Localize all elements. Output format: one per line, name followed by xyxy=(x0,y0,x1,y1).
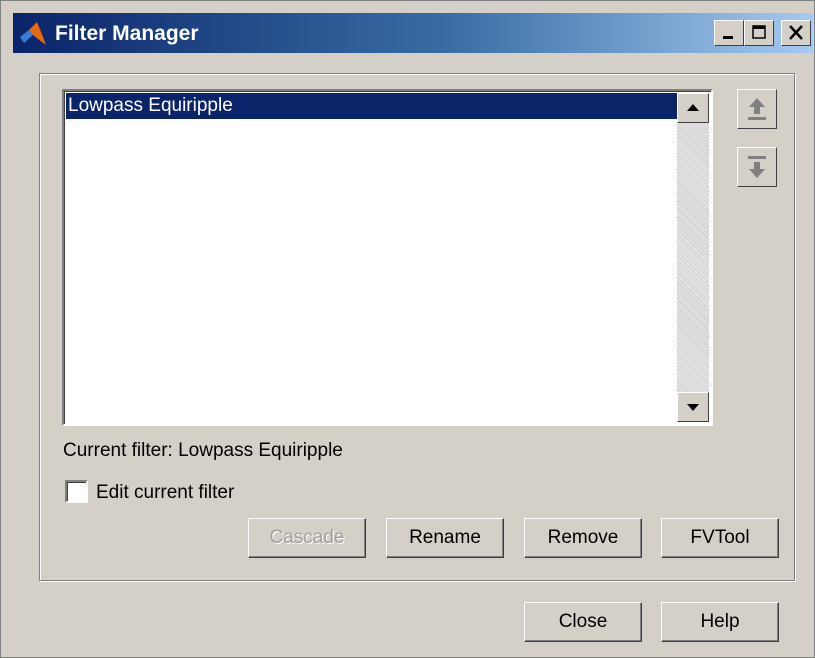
matlab-logo-icon xyxy=(19,21,47,47)
rename-button[interactable]: Rename xyxy=(386,518,504,558)
edit-current-filter-checkbox[interactable] xyxy=(65,480,88,503)
move-up-icon xyxy=(748,98,766,120)
close-window-button[interactable] xyxy=(781,20,811,46)
vertical-scrollbar[interactable] xyxy=(677,93,709,422)
close-button[interactable]: Close xyxy=(524,602,642,642)
window-title: Filter Manager xyxy=(55,22,199,45)
edit-current-filter-label[interactable]: Edit current filter xyxy=(96,482,234,504)
scroll-down-button[interactable] xyxy=(677,392,709,422)
maximize-icon xyxy=(752,25,766,39)
close-icon xyxy=(789,25,803,40)
arrow-down-icon xyxy=(687,404,699,411)
help-button[interactable]: Help xyxy=(661,602,779,642)
minimize-icon xyxy=(723,36,733,39)
scroll-up-button[interactable] xyxy=(677,93,709,123)
current-filter-label: Current filter: Lowpass Equiripple xyxy=(63,440,343,461)
filter-listbox[interactable]: Lowpass Equiripple xyxy=(62,89,713,426)
filter-manager-window: Filter Manager Lowpass Equiripple Curren… xyxy=(0,0,815,658)
arrow-up-icon xyxy=(687,104,699,111)
title-bar[interactable]: Filter Manager xyxy=(13,13,813,53)
move-down-button[interactable] xyxy=(737,147,777,187)
maximize-button[interactable] xyxy=(744,20,774,46)
move-up-button[interactable] xyxy=(737,89,777,129)
minimize-button[interactable] xyxy=(714,20,744,46)
remove-button[interactable]: Remove xyxy=(524,518,642,558)
cascade-button[interactable]: Cascade xyxy=(248,518,366,558)
fvtool-button[interactable]: FVTool xyxy=(661,518,779,558)
list-item-selected[interactable]: Lowpass Equiripple xyxy=(66,93,678,119)
move-down-icon xyxy=(748,156,766,178)
